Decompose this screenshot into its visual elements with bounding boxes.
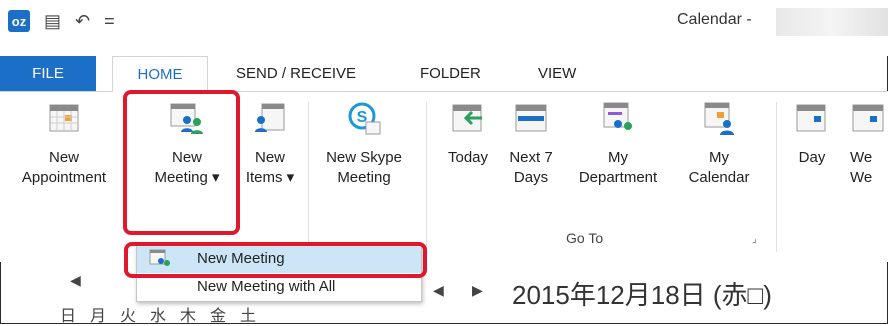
calendar-next-icon[interactable]: ▶ — [472, 282, 483, 299]
new-appointment-label-2: Appointment — [21, 169, 107, 186]
next-7-label-1: Next 7 — [509, 149, 553, 166]
separator — [776, 102, 777, 252]
tab-file[interactable]: FILE — [0, 56, 96, 91]
new-appointment-button[interactable]: New Appointment — [14, 100, 114, 188]
calendar-icon — [49, 104, 79, 132]
tab-home[interactable]: HOME — [112, 56, 208, 93]
my-department-label-2: Department — [578, 169, 658, 186]
calendar-prev-icon[interactable]: ◀ — [433, 282, 444, 299]
week-label-2: We — [850, 169, 873, 186]
day-view-button[interactable]: Day — [790, 100, 834, 168]
go-to-group-label: Go To — [566, 230, 604, 246]
separator — [426, 102, 427, 252]
day-view-icon — [796, 104, 826, 132]
new-skype-label-2: Meeting — [337, 169, 391, 186]
my-department-label-1: My — [608, 149, 628, 166]
my-calendar-button[interactable]: My Calendar — [672, 100, 766, 188]
today-label: Today — [447, 149, 489, 166]
new-skype-label-1: New Skype — [326, 149, 402, 166]
new-items-label-1: New — [254, 149, 285, 166]
skype-icon: S — [348, 102, 381, 135]
today-button[interactable]: Today — [440, 100, 496, 168]
group-launcher-icon[interactable]: ⌟ — [752, 234, 757, 245]
day-label: Day — [798, 149, 826, 166]
undo-icon[interactable]: ↶ — [75, 11, 90, 32]
blurred-account-name — [776, 8, 888, 36]
annotation-box-new-meeting — [123, 90, 240, 235]
ribbon-tabs: FILE HOME SEND / RECEIVE FOLDER VIEW — [0, 56, 888, 93]
next-7-days-icon — [515, 104, 547, 132]
mini-calendar-prev-icon[interactable]: ◀ — [70, 272, 81, 289]
new-items-label-2: Items ▾ — [245, 169, 295, 186]
separator — [308, 102, 309, 252]
week-view-button[interactable]: We We — [850, 100, 888, 188]
new-skype-meeting-button[interactable]: S New Skype Meeting — [316, 100, 412, 188]
tab-send-receive[interactable]: SEND / RECEIVE — [236, 56, 356, 91]
my-department-button[interactable]: My Department — [568, 100, 668, 188]
title-bar: oz ▤ ↶ = Calendar - — [0, 0, 888, 56]
today-icon — [452, 104, 482, 132]
current-date-heading: 2015年12月18日 (赤□) — [512, 280, 772, 310]
my-calendar-label-2: Calendar — [688, 169, 750, 186]
week-view-icon — [852, 104, 884, 132]
department-calendar-icon — [603, 102, 632, 130]
new-appointment-label-1: New — [48, 149, 79, 166]
send-receive-all-icon[interactable]: ▤ — [44, 11, 61, 32]
tab-folder[interactable]: FOLDER — [420, 56, 481, 91]
next-7-days-button[interactable]: Next 7 Days — [502, 100, 560, 188]
week-label-1: We — [850, 149, 873, 166]
window-title: Calendar - — [677, 11, 752, 28]
mini-calendar-weekdays: 日月火水木金土 — [60, 308, 271, 325]
quick-access-toolbar: oz ▤ ↶ = — [8, 10, 115, 32]
next-7-label-2: Days — [513, 169, 549, 186]
new-items-button[interactable]: New Items ▾ — [238, 100, 302, 188]
customize-qat-icon[interactable]: = — [104, 11, 115, 32]
my-calendar-icon — [704, 102, 734, 135]
my-calendar-label-1: My — [709, 149, 729, 166]
tab-view[interactable]: VIEW — [538, 56, 576, 91]
outlook-logo-icon: oz — [8, 10, 30, 32]
new-items-icon — [255, 103, 285, 132]
